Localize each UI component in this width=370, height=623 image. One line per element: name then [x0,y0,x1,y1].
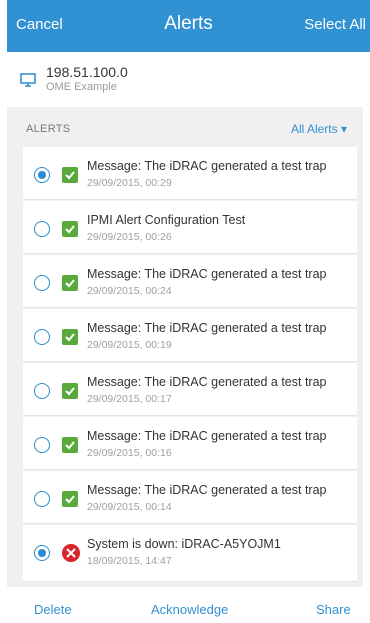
alert-row[interactable]: IPMI Alert Configuration Test 29/09/2015,… [23,201,357,254]
alert-message: Message: The iDRAC generated a test trap [87,159,327,173]
alert-message: Message: The iDRAC generated a test trap [87,267,327,281]
alert-message: IPMI Alert Configuration Test [87,213,246,227]
alert-row[interactable]: Message: The iDRAC generated a test trap… [23,255,357,308]
alert-timestamp: 29/09/2015, 00:14 [87,501,172,513]
select-all-button[interactable]: Select All [304,16,366,33]
select-radio[interactable] [34,437,50,453]
action-bar: Delete Acknowledge Share [0,600,370,623]
checkmark-icon [62,437,78,453]
alert-timestamp: 29/09/2015, 00:19 [87,339,172,351]
acknowledge-button[interactable]: Acknowledge [151,602,228,617]
device-info: 198.51.100.0 OME Example [20,64,360,98]
alert-message: Message: The iDRAC generated a test trap [87,429,327,443]
alert-message: Message: The iDRAC generated a test trap [87,321,327,335]
alert-timestamp: 29/09/2015, 00:29 [87,177,172,189]
checkmark-icon [62,329,78,345]
alerts-panel-header: ALERTS All Alerts ▾ [7,107,363,147]
select-radio[interactable] [34,329,50,345]
alerts-panel: ALERTS All Alerts ▾ Message: The iDRAC g… [7,107,363,587]
alert-message: Message: The iDRAC generated a test trap [87,375,327,389]
checkmark-icon [62,275,78,291]
device-name: OME Example [46,81,117,93]
select-radio[interactable] [34,383,50,399]
alert-timestamp: 29/09/2015, 00:17 [87,393,172,405]
alert-row[interactable]: Message: The iDRAC generated a test trap… [23,147,357,200]
alert-row[interactable]: System is down: iDRAC-A5YOJM1 18/09/2015,… [23,525,357,582]
checkmark-icon [62,491,78,507]
error-icon [62,544,80,562]
alert-filter-dropdown[interactable]: All Alerts ▾ [291,122,347,136]
alert-timestamp: 29/09/2015, 00:24 [87,285,172,297]
alert-row[interactable]: Message: The iDRAC generated a test trap… [23,417,357,470]
checkmark-icon [62,221,78,237]
select-radio[interactable] [34,275,50,291]
checkmark-icon [62,167,78,183]
share-button[interactable]: Share [316,602,351,617]
alert-timestamp: 29/09/2015, 00:16 [87,447,172,459]
app-header: Cancel Alerts Select All [7,0,370,52]
alert-row[interactable]: Message: The iDRAC generated a test trap… [23,309,357,362]
monitor-icon [20,73,36,87]
delete-button[interactable]: Delete [34,602,72,617]
section-label: ALERTS [26,123,71,135]
alert-message: Message: The iDRAC generated a test trap [87,483,327,497]
select-radio[interactable] [34,221,50,237]
select-radio[interactable] [34,545,50,561]
alert-row[interactable]: Message: The iDRAC generated a test trap… [23,363,357,416]
select-radio[interactable] [34,491,50,507]
alert-message: System is down: iDRAC-A5YOJM1 [87,537,281,551]
alert-row[interactable]: Message: The iDRAC generated a test trap… [23,471,357,524]
select-radio[interactable] [34,167,50,183]
checkmark-icon [62,383,78,399]
device-address: 198.51.100.0 [46,64,128,80]
alert-timestamp: 18/09/2015, 14:47 [87,555,172,567]
alert-timestamp: 29/09/2015, 00:26 [87,231,172,243]
